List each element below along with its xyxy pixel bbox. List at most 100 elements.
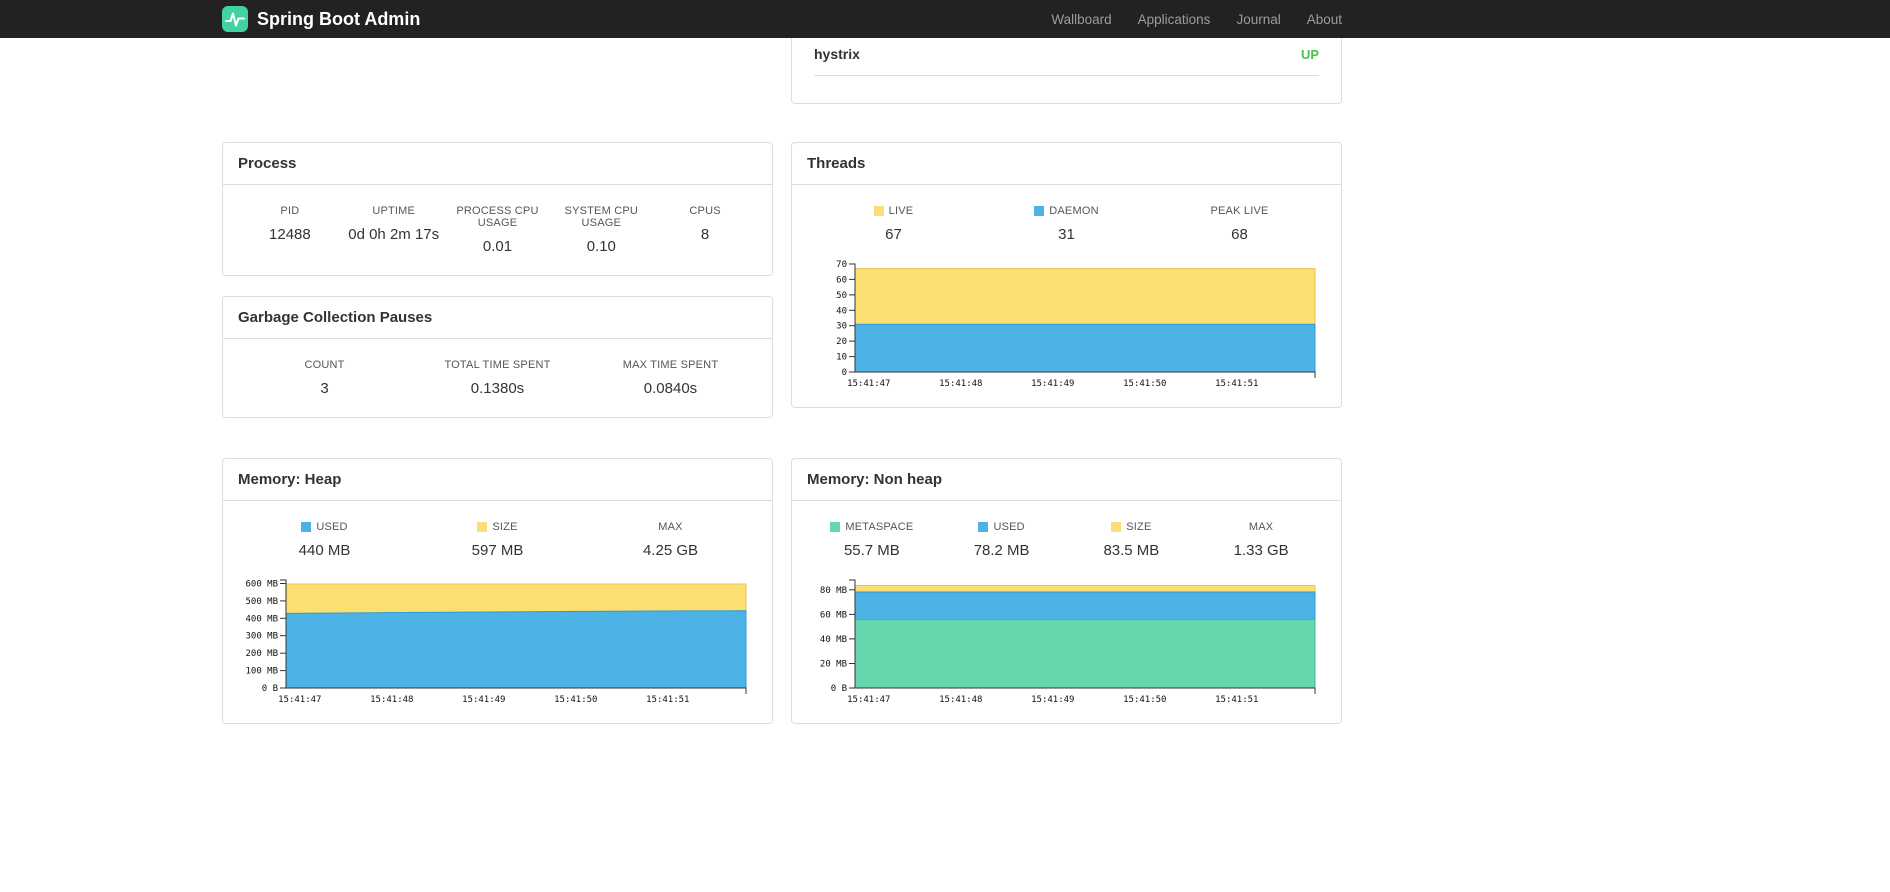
legend-swatch-icon bbox=[873, 206, 884, 216]
svg-text:40 MB: 40 MB bbox=[820, 635, 847, 645]
nav-links: Wallboard Applications Journal About bbox=[1051, 12, 1342, 27]
stat-value: 83.5 MB bbox=[1103, 542, 1160, 559]
stat-label-text: UPTIME bbox=[372, 205, 416, 217]
health-item-name: hystrix bbox=[814, 46, 860, 62]
svg-text:15:41:47: 15:41:47 bbox=[847, 379, 890, 389]
stat-label-text: PROCESS CPU USAGE bbox=[456, 205, 539, 229]
stat-label: UPTIME bbox=[342, 205, 446, 217]
svg-text:80 MB: 80 MB bbox=[820, 586, 847, 596]
svg-text:300 MB: 300 MB bbox=[245, 632, 278, 642]
stat-metaspace: METASPACE 55.7 MB bbox=[807, 516, 937, 564]
stat-size: SIZE 83.5 MB bbox=[1067, 516, 1197, 564]
svg-text:15:41:51: 15:41:51 bbox=[1215, 695, 1258, 705]
stat-label-text: SYSTEM CPU USAGE bbox=[564, 205, 639, 229]
stat-daemon: DAEMON 31 bbox=[980, 200, 1153, 248]
stat-label: COUNT bbox=[238, 359, 411, 371]
stat-peak-live: PEAK LIVE 68 bbox=[1153, 200, 1326, 248]
heap-legend-row: USED 440 MB SIZE 597 MB MAX 4.25 GB bbox=[238, 516, 757, 564]
stat-label: SIZE bbox=[1067, 521, 1197, 533]
nav-item-wallboard[interactable]: Wallboard bbox=[1051, 12, 1111, 27]
stat-uptime: UPTIME 0d 0h 2m 17s bbox=[342, 200, 446, 260]
stat-system-cpu-usage: SYSTEM CPU USAGE 0.10 bbox=[549, 200, 653, 260]
svg-text:15:41:50: 15:41:50 bbox=[1123, 695, 1166, 705]
memory-nonheap-panel-title: Memory: Non heap bbox=[792, 459, 1341, 501]
svg-text:15:41:48: 15:41:48 bbox=[370, 695, 413, 705]
svg-text:10: 10 bbox=[836, 353, 847, 363]
stat-value: 0.10 bbox=[586, 238, 616, 255]
health-panel: hystrix UP bbox=[791, 38, 1342, 104]
stat-value: 68 bbox=[1231, 226, 1248, 243]
svg-text:0 B: 0 B bbox=[262, 684, 278, 694]
stat-label-text: PEAK LIVE bbox=[1210, 205, 1269, 217]
svg-text:400 MB: 400 MB bbox=[245, 614, 278, 624]
legend-swatch-icon bbox=[477, 522, 488, 532]
svg-text:600 MB: 600 MB bbox=[245, 580, 278, 590]
row-health: hystrix UP bbox=[222, 38, 1342, 104]
stat-label: METASPACE bbox=[807, 521, 937, 533]
stat-label: PROCESS CPU USAGE bbox=[446, 205, 550, 229]
health-row: hystrix UP bbox=[814, 38, 1319, 76]
stat-value: 67 bbox=[885, 226, 902, 243]
health-panel-tail bbox=[792, 76, 1341, 103]
spring-boot-admin-logo-icon bbox=[222, 6, 248, 32]
nav-item-journal[interactable]: Journal bbox=[1236, 12, 1280, 27]
svg-text:50: 50 bbox=[836, 291, 847, 301]
svg-text:15:41:48: 15:41:48 bbox=[939, 695, 982, 705]
svg-text:0: 0 bbox=[842, 368, 847, 378]
process-panel: Process PID 12488 UPTIME 0d 0h 2m 17s PROCES… bbox=[222, 142, 773, 276]
stat-label: PEAK LIVE bbox=[1153, 205, 1326, 217]
stat-used: USED 440 MB bbox=[238, 516, 411, 564]
stat-label: CPUS bbox=[653, 205, 757, 217]
stat-max: MAX 1.33 GB bbox=[1196, 516, 1326, 564]
nav-item-about[interactable]: About bbox=[1307, 12, 1342, 27]
stat-cpus: CPUS 8 bbox=[653, 200, 757, 260]
stat-label-text: USED bbox=[316, 521, 348, 533]
stat-value: 8 bbox=[700, 226, 710, 243]
stat-value: 1.33 GB bbox=[1233, 542, 1289, 559]
legend-swatch-icon bbox=[830, 522, 841, 532]
gc-panel: Garbage Collection Pauses COUNT 3 TOTAL TI… bbox=[222, 296, 773, 418]
svg-text:15:41:50: 15:41:50 bbox=[554, 695, 597, 705]
stat-label: MAX bbox=[584, 521, 757, 533]
memory-heap-chart: 0 B 100 MB 200 MB 300 MB 400 MB 500 MB 600 MB 1… bbox=[245, 579, 747, 705]
stat-label-text: LIVE bbox=[888, 205, 914, 217]
svg-text:500 MB: 500 MB bbox=[245, 597, 278, 607]
memory-heap-panel-title: Memory: Heap bbox=[223, 459, 772, 501]
stat-label-text: TOTAL TIME SPENT bbox=[444, 359, 551, 371]
stat-label: USED bbox=[937, 521, 1067, 533]
navbar: Spring Boot Admin Wallboard Applications J… bbox=[0, 0, 1890, 38]
gc-stats-row: COUNT 3 TOTAL TIME SPENT 0.1380s MAX TIME SP… bbox=[238, 354, 757, 402]
stat-count: COUNT 3 bbox=[238, 354, 411, 402]
stat-label-text: CPUS bbox=[689, 205, 721, 217]
svg-text:100 MB: 100 MB bbox=[245, 667, 278, 677]
threads-panel: Threads LIVE 67 DAEMON 31 PEAK LIVE 68 0 10 20 3… bbox=[791, 142, 1342, 408]
stat-label: MAX bbox=[1196, 521, 1326, 533]
stat-label: PID bbox=[238, 205, 342, 217]
threads-chart: 0 10 20 30 40 50 60 70 15:41:47 15:41:48 15:41:49 1… bbox=[836, 260, 1316, 389]
nonheap-legend-row: METASPACE 55.7 MB USED 78.2 MB SIZE 83.5 MB MA… bbox=[807, 516, 1326, 564]
stat-total-time-spent: TOTAL TIME SPENT 0.1380s bbox=[411, 354, 584, 402]
stat-value: 31 bbox=[1058, 226, 1075, 243]
stat-label: MAX TIME SPENT bbox=[584, 359, 757, 371]
stat-value: 55.7 MB bbox=[843, 542, 900, 559]
svg-text:15:41:51: 15:41:51 bbox=[646, 695, 689, 705]
row-process-threads: Process PID 12488 UPTIME 0d 0h 2m 17s PROCES… bbox=[222, 142, 1342, 418]
stat-label-text: PID bbox=[280, 205, 300, 217]
stat-value: 597 MB bbox=[471, 542, 524, 559]
stat-value: 4.25 GB bbox=[642, 542, 699, 559]
stat-label: SYSTEM CPU USAGE bbox=[549, 205, 653, 229]
threads-legend-row: LIVE 67 DAEMON 31 PEAK LIVE 68 bbox=[807, 200, 1326, 248]
status-badge: UP bbox=[1300, 46, 1319, 62]
svg-text:0 B: 0 B bbox=[831, 684, 847, 694]
process-stats-row: PID 12488 UPTIME 0d 0h 2m 17s PROCESS CPU US… bbox=[238, 200, 757, 260]
stat-live: LIVE 67 bbox=[807, 200, 980, 248]
legend-swatch-icon bbox=[978, 522, 989, 532]
stat-label-text: SIZE bbox=[1126, 521, 1152, 533]
stat-label: USED bbox=[238, 521, 411, 533]
brand[interactable]: Spring Boot Admin bbox=[222, 6, 420, 32]
svg-text:15:41:49: 15:41:49 bbox=[1031, 379, 1074, 389]
stat-value: 0.1380s bbox=[470, 380, 525, 397]
legend-swatch-icon bbox=[301, 522, 312, 532]
nav-item-applications[interactable]: Applications bbox=[1138, 12, 1211, 27]
stat-label-text: SIZE bbox=[492, 521, 518, 533]
